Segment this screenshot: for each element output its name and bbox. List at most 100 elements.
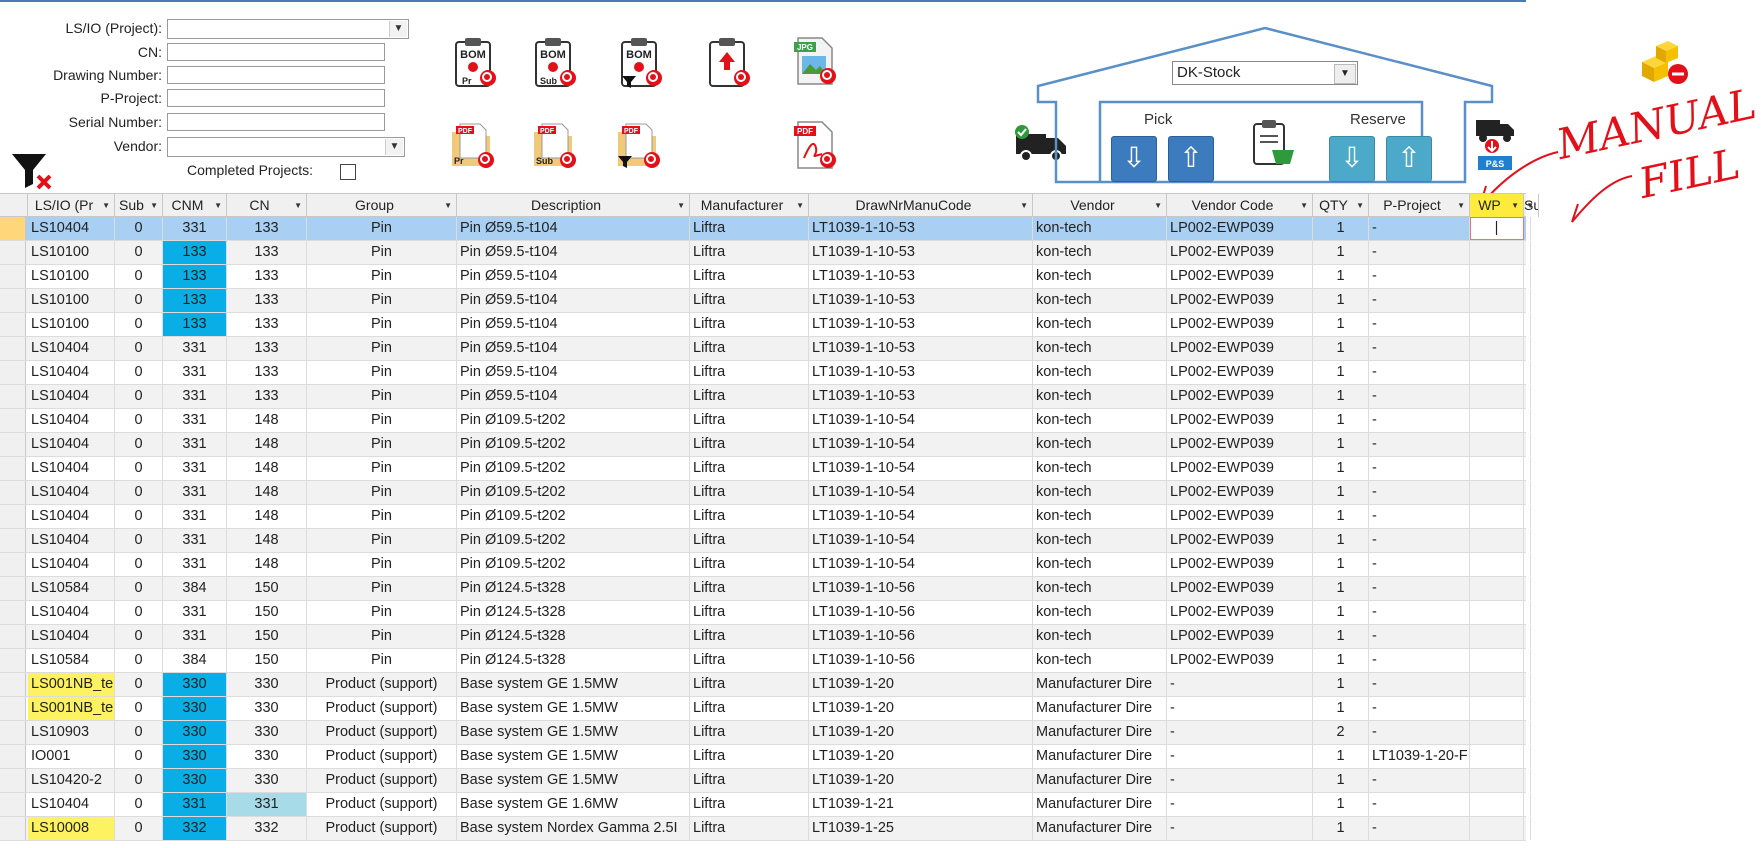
cell-cnm[interactable]: 330: [163, 745, 227, 768]
filter-dropdown-icon[interactable]: ▼: [677, 194, 685, 217]
cell-supply[interactable]: [1524, 289, 1531, 312]
cell-qty[interactable]: 1: [1313, 313, 1369, 336]
cell-qty[interactable]: 1: [1313, 577, 1369, 600]
cell-desc[interactable]: Pin Ø124.5-t328: [457, 649, 690, 672]
cell-sub[interactable]: 0: [115, 649, 163, 672]
cell-manu[interactable]: Liftra: [690, 385, 809, 408]
table-row[interactable]: LS10100 0 133 133 Pin Pin Ø59.5-t104 Liftra LT1…: [0, 265, 1531, 289]
cell-ls[interactable]: LS10404: [28, 457, 115, 480]
cell-vcode[interactable]: LP002-EWP039: [1167, 385, 1313, 408]
cell-draw[interactable]: LT1039-1-20: [809, 769, 1033, 792]
cell-vendor[interactable]: kon-tech: [1033, 625, 1167, 648]
cell-sub[interactable]: 0: [115, 625, 163, 648]
cell-sub[interactable]: 0: [115, 337, 163, 360]
cell-cn[interactable]: 148: [227, 553, 307, 576]
cell-ls[interactable]: LS10404: [28, 505, 115, 528]
cell-wp[interactable]: |: [1470, 217, 1524, 240]
cell-supply[interactable]: [1524, 433, 1531, 456]
cell-draw[interactable]: LT1039-1-10-53: [809, 217, 1033, 240]
cell-draw[interactable]: LT1039-1-20: [809, 745, 1033, 768]
drawing-number-field[interactable]: [167, 66, 385, 84]
select-all-corner[interactable]: [0, 194, 28, 217]
cell-manu[interactable]: Liftra: [690, 313, 809, 336]
cell-group[interactable]: Pin: [307, 337, 457, 360]
cell-pproj[interactable]: -: [1369, 313, 1470, 336]
cell-sub[interactable]: 0: [115, 793, 163, 816]
cell-cnm[interactable]: 332: [163, 817, 227, 840]
cell-qty[interactable]: 1: [1313, 265, 1369, 288]
cell-manu[interactable]: Liftra: [690, 793, 809, 816]
cell-group[interactable]: Pin: [307, 529, 457, 552]
cell-sub[interactable]: 0: [115, 289, 163, 312]
cell-ls[interactable]: LS10404: [28, 481, 115, 504]
cell-group[interactable]: Product (support): [307, 817, 457, 840]
cell-wp[interactable]: [1470, 793, 1524, 816]
cell-manu[interactable]: Liftra: [690, 337, 809, 360]
cell-draw[interactable]: LT1039-1-10-54: [809, 529, 1033, 552]
cell-vcode[interactable]: LP002-EWP039: [1167, 289, 1313, 312]
cell-sub[interactable]: 0: [115, 409, 163, 432]
cell-vcode[interactable]: LP002-EWP039: [1167, 457, 1313, 480]
cell-ls[interactable]: LS10404: [28, 337, 115, 360]
cell-ls[interactable]: LS10100: [28, 289, 115, 312]
cell-qty[interactable]: 1: [1313, 553, 1369, 576]
cell-manu[interactable]: Liftra: [690, 577, 809, 600]
cell-manu[interactable]: Liftra: [690, 697, 809, 720]
cell-cn[interactable]: 148: [227, 529, 307, 552]
cell-wp[interactable]: [1470, 697, 1524, 720]
column-header-desc[interactable]: Description ▼: [457, 194, 690, 217]
cell-cnm[interactable]: 331: [163, 529, 227, 552]
cell-desc[interactable]: Base system GE 1.5MW: [457, 721, 690, 744]
cell-sub[interactable]: 0: [115, 217, 163, 240]
cell-wp[interactable]: [1470, 481, 1524, 504]
cell-desc[interactable]: Pin Ø109.5-t202: [457, 409, 690, 432]
cell-cn[interactable]: 148: [227, 409, 307, 432]
cell-sub[interactable]: 0: [115, 265, 163, 288]
cell-desc[interactable]: Base system GE 1.6MW: [457, 793, 690, 816]
cell-cn[interactable]: 330: [227, 697, 307, 720]
table-row[interactable]: LS10404 0 331 150 Pin Pin Ø124.5-t328 Liftra LT…: [0, 625, 1531, 649]
cell-draw[interactable]: LT1039-1-10-53: [809, 241, 1033, 264]
cell-group[interactable]: Product (support): [307, 793, 457, 816]
cell-draw[interactable]: LT1039-1-20: [809, 697, 1033, 720]
cell-cnm[interactable]: 330: [163, 673, 227, 696]
cell-sub[interactable]: 0: [115, 385, 163, 408]
cell-pproj[interactable]: -: [1369, 385, 1470, 408]
cell-pproj[interactable]: -: [1369, 625, 1470, 648]
cell-cnm[interactable]: 384: [163, 649, 227, 672]
cell-sub[interactable]: 0: [115, 529, 163, 552]
cell-vendor[interactable]: Manufacturer Dire: [1033, 721, 1167, 744]
cell-qty[interactable]: 1: [1313, 625, 1369, 648]
cell-wp[interactable]: [1470, 625, 1524, 648]
table-row[interactable]: LS10404 0 331 133 Pin Pin Ø59.5-t104 Liftra LT1…: [0, 217, 1531, 241]
cell-group[interactable]: Pin: [307, 505, 457, 528]
cell-vendor[interactable]: kon-tech: [1033, 313, 1167, 336]
cell-ls[interactable]: LS10404: [28, 361, 115, 384]
filter-dropdown-icon[interactable]: ▼: [1300, 194, 1308, 217]
cell-group[interactable]: Pin: [307, 409, 457, 432]
cell-cn[interactable]: 148: [227, 481, 307, 504]
cell-draw[interactable]: LT1039-1-20: [809, 673, 1033, 696]
clipboard-basket-icon[interactable]: [1250, 118, 1296, 170]
cell-wp[interactable]: [1470, 577, 1524, 600]
chevron-down-icon[interactable]: ▼: [389, 21, 407, 37]
cell-wp[interactable]: [1470, 361, 1524, 384]
cell-manu[interactable]: Liftra: [690, 769, 809, 792]
record-selector[interactable]: [0, 793, 26, 816]
cell-wp[interactable]: [1470, 457, 1524, 480]
cell-group[interactable]: Pin: [307, 361, 457, 384]
cell-supply[interactable]: [1524, 721, 1531, 744]
cell-group[interactable]: Pin: [307, 601, 457, 624]
filter-dropdown-icon[interactable]: ▼: [444, 194, 452, 217]
cell-manu[interactable]: Liftra: [690, 817, 809, 840]
cell-qty[interactable]: 1: [1313, 529, 1369, 552]
cell-qty[interactable]: 1: [1313, 433, 1369, 456]
cell-pproj[interactable]: -: [1369, 673, 1470, 696]
cell-sub[interactable]: 0: [115, 577, 163, 600]
cell-vcode[interactable]: LP002-EWP039: [1167, 433, 1313, 456]
cell-supply[interactable]: [1524, 481, 1531, 504]
table-row[interactable]: LS10404 0 331 148 Pin Pin Ø109.5-t202 Liftra LT…: [0, 433, 1531, 457]
cell-vcode[interactable]: LP002-EWP039: [1167, 481, 1313, 504]
cell-qty[interactable]: 1: [1313, 793, 1369, 816]
record-selector[interactable]: [0, 217, 26, 240]
